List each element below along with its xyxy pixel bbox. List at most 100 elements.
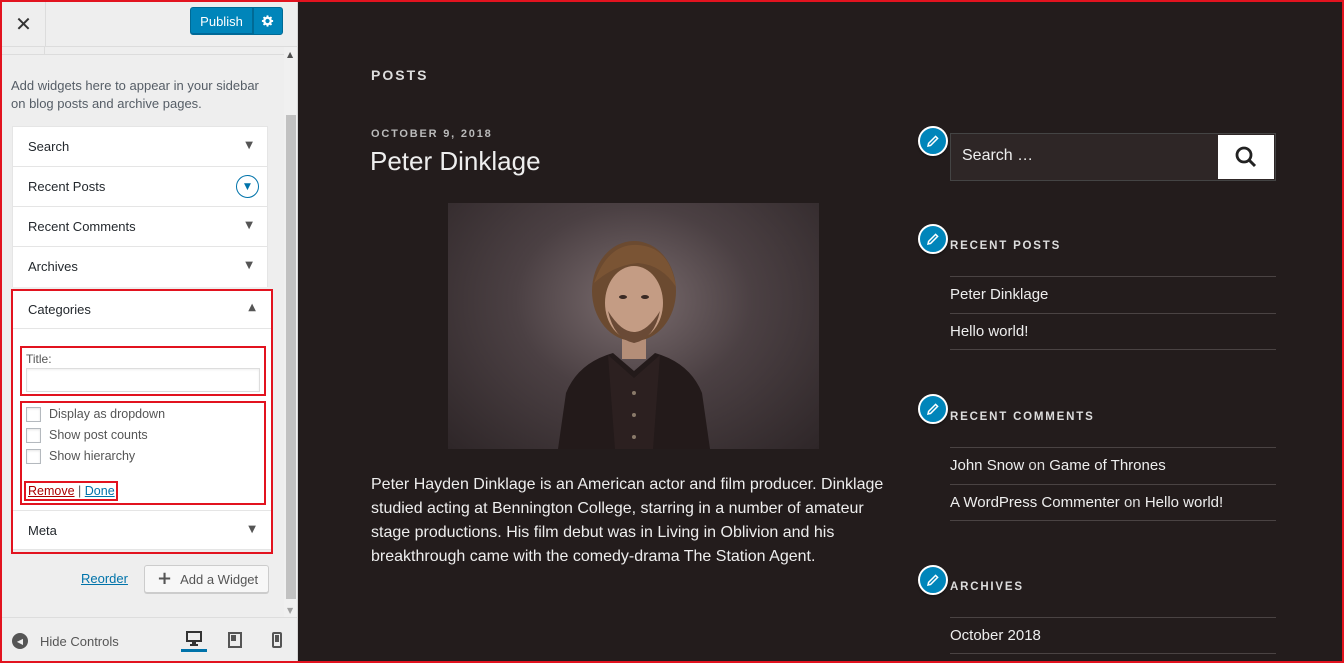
pencil-icon: [926, 233, 939, 246]
search-icon: [1235, 146, 1257, 168]
add-widget-label: Add a Widget: [180, 571, 259, 587]
archive-link[interactable]: October 2018: [950, 627, 1041, 644]
tablet-preview-button[interactable]: [222, 628, 248, 652]
post-featured-image[interactable]: [448, 203, 819, 449]
scroll-up-arrow-icon[interactable]: ▲: [287, 50, 293, 59]
mobile-icon: [272, 632, 282, 648]
widget-label: Meta: [28, 523, 57, 538]
checkbox[interactable]: [26, 406, 41, 422]
chevron-down-icon[interactable]: ▼: [245, 260, 253, 271]
archives-list: October 2018: [950, 617, 1276, 654]
checkbox[interactable]: [26, 448, 41, 464]
pencil-icon: [926, 135, 939, 148]
list-item: John Snow on Game of Thrones: [950, 447, 1276, 484]
comment-author[interactable]: A WordPress Commenter: [950, 494, 1120, 511]
chevron-down-icon[interactable]: ▼: [245, 220, 253, 231]
recent-comments-title: RECENT COMMENTS: [950, 411, 1095, 423]
post-date[interactable]: OCTOBER 9, 2018: [371, 128, 493, 140]
hide-controls-button[interactable]: ◀ Hide Controls: [12, 633, 119, 649]
collapse-arrow-icon: ◀: [12, 633, 28, 649]
comment-author[interactable]: John Snow: [950, 457, 1024, 474]
remove-link[interactable]: Remove: [28, 484, 75, 498]
widget-recent-comments[interactable]: Recent Comments ▼: [12, 206, 268, 246]
pencil-icon: [926, 574, 939, 587]
option-label: Display as dropdown: [49, 407, 166, 421]
pencil-icon: [926, 403, 939, 416]
comment-post-link[interactable]: Hello world!: [1145, 494, 1223, 511]
widget-archives[interactable]: Archives ▼: [12, 246, 268, 287]
widget-label: Archives: [28, 259, 78, 274]
widget-area-description: Add widgets here to appear in your sideb…: [11, 78, 259, 111]
add-widget-button[interactable]: + Add a Widget: [144, 565, 269, 593]
done-link[interactable]: Done: [85, 484, 115, 498]
archives-title: ARCHIVES: [950, 581, 1024, 593]
widget-label: Recent Posts: [28, 179, 106, 194]
desktop-icon: [186, 631, 202, 646]
chevron-down-circle-icon[interactable]: ▼: [236, 175, 259, 198]
scroll-down-arrow-icon[interactable]: ▼: [287, 606, 293, 615]
list-item[interactable]: Peter Dinklage: [950, 276, 1276, 313]
plus-icon: +: [157, 568, 173, 589]
hide-controls-label: Hide Controls: [40, 633, 119, 649]
edit-archives-widget-button[interactable]: [918, 565, 948, 595]
post-title[interactable]: Peter Dinklage: [370, 146, 541, 177]
publish-button[interactable]: Publish: [190, 7, 253, 35]
chevron-down-icon[interactable]: ▼: [248, 524, 256, 535]
chevron-down-icon[interactable]: ▼: [245, 140, 253, 151]
chevron-up-icon[interactable]: ▲: [248, 302, 256, 313]
checkbox[interactable]: [26, 427, 41, 443]
panel-header-strip: [2, 47, 284, 55]
widget-recent-posts[interactable]: Recent Posts ▼: [12, 166, 268, 206]
widget-search[interactable]: Search ▼: [12, 126, 268, 166]
tablet-icon: [228, 632, 242, 648]
separator: |: [78, 484, 82, 498]
customizer-sidebar: ✕ Publish ▲ ▼ Add widgets here to appear…: [2, 2, 298, 661]
title-label: Title:: [26, 352, 52, 366]
widget-meta[interactable]: Meta ▼: [13, 510, 271, 550]
comment-on: on: [1028, 457, 1046, 474]
option-show-hierarchy[interactable]: Show hierarchy: [26, 447, 135, 465]
publish-group: Publish: [190, 7, 283, 36]
customizer-footer: ◀ Hide Controls: [2, 617, 297, 661]
widget-categories-header[interactable]: Categories ▲: [13, 291, 271, 329]
close-icon: ✕: [15, 12, 32, 36]
portrait-image: [558, 241, 710, 449]
search-input[interactable]: Search …: [962, 147, 1033, 165]
sidebar-scrollbar[interactable]: ▲ ▼: [284, 47, 297, 617]
search-button[interactable]: [1218, 135, 1274, 179]
post-link[interactable]: Peter Dinklage: [950, 286, 1048, 303]
option-label: Show hierarchy: [49, 449, 136, 463]
list-item: A WordPress Commenter on Hello world!: [950, 484, 1276, 521]
post-link[interactable]: Hello world!: [950, 323, 1028, 340]
comment-on: on: [1123, 494, 1141, 511]
option-display-dropdown[interactable]: Display as dropdown: [26, 405, 165, 423]
list-item[interactable]: October 2018: [950, 617, 1276, 654]
recent-comments-list: John Snow on Game of Thrones A WordPress…: [950, 447, 1276, 521]
option-show-post-counts[interactable]: Show post counts: [26, 426, 148, 444]
desktop-preview-button[interactable]: [181, 628, 207, 652]
edit-recent-comments-widget-button[interactable]: [918, 394, 948, 424]
options-group: Display as dropdown Show post counts Sho…: [20, 401, 266, 505]
close-button[interactable]: ✕: [2, 2, 46, 46]
gear-icon: [261, 15, 274, 27]
mobile-preview-button[interactable]: [264, 628, 290, 652]
edit-recent-posts-widget-button[interactable]: [918, 224, 948, 254]
widget-label: Search: [28, 139, 70, 154]
widget-label: Categories: [28, 302, 91, 317]
reorder-link[interactable]: Reorder: [81, 571, 128, 586]
title-input[interactable]: [26, 368, 260, 392]
site-preview: POSTS OCTOBER 9, 2018 Peter Dinklage Pet…: [299, 2, 1342, 661]
edit-search-widget-button[interactable]: [918, 126, 948, 156]
comment-post-link[interactable]: Game of Thrones: [1049, 457, 1165, 474]
title-field-group: Title:: [20, 346, 266, 396]
scroll-thumb[interactable]: [286, 115, 296, 599]
widget-categories-expanded: Categories ▲ Title: Display as dropdown …: [11, 289, 273, 554]
search-form: Search …: [950, 133, 1276, 181]
page-heading: POSTS: [371, 67, 429, 83]
publish-settings-button[interactable]: [253, 7, 283, 35]
list-item[interactable]: Hello world!: [950, 313, 1276, 350]
post-excerpt: Peter Hayden Dinklage is an American act…: [371, 476, 884, 565]
recent-posts-list: Peter Dinklage Hello world!: [950, 276, 1276, 350]
customizer-header: ✕ Publish: [2, 2, 297, 47]
recent-posts-title: RECENT POSTS: [950, 240, 1062, 252]
